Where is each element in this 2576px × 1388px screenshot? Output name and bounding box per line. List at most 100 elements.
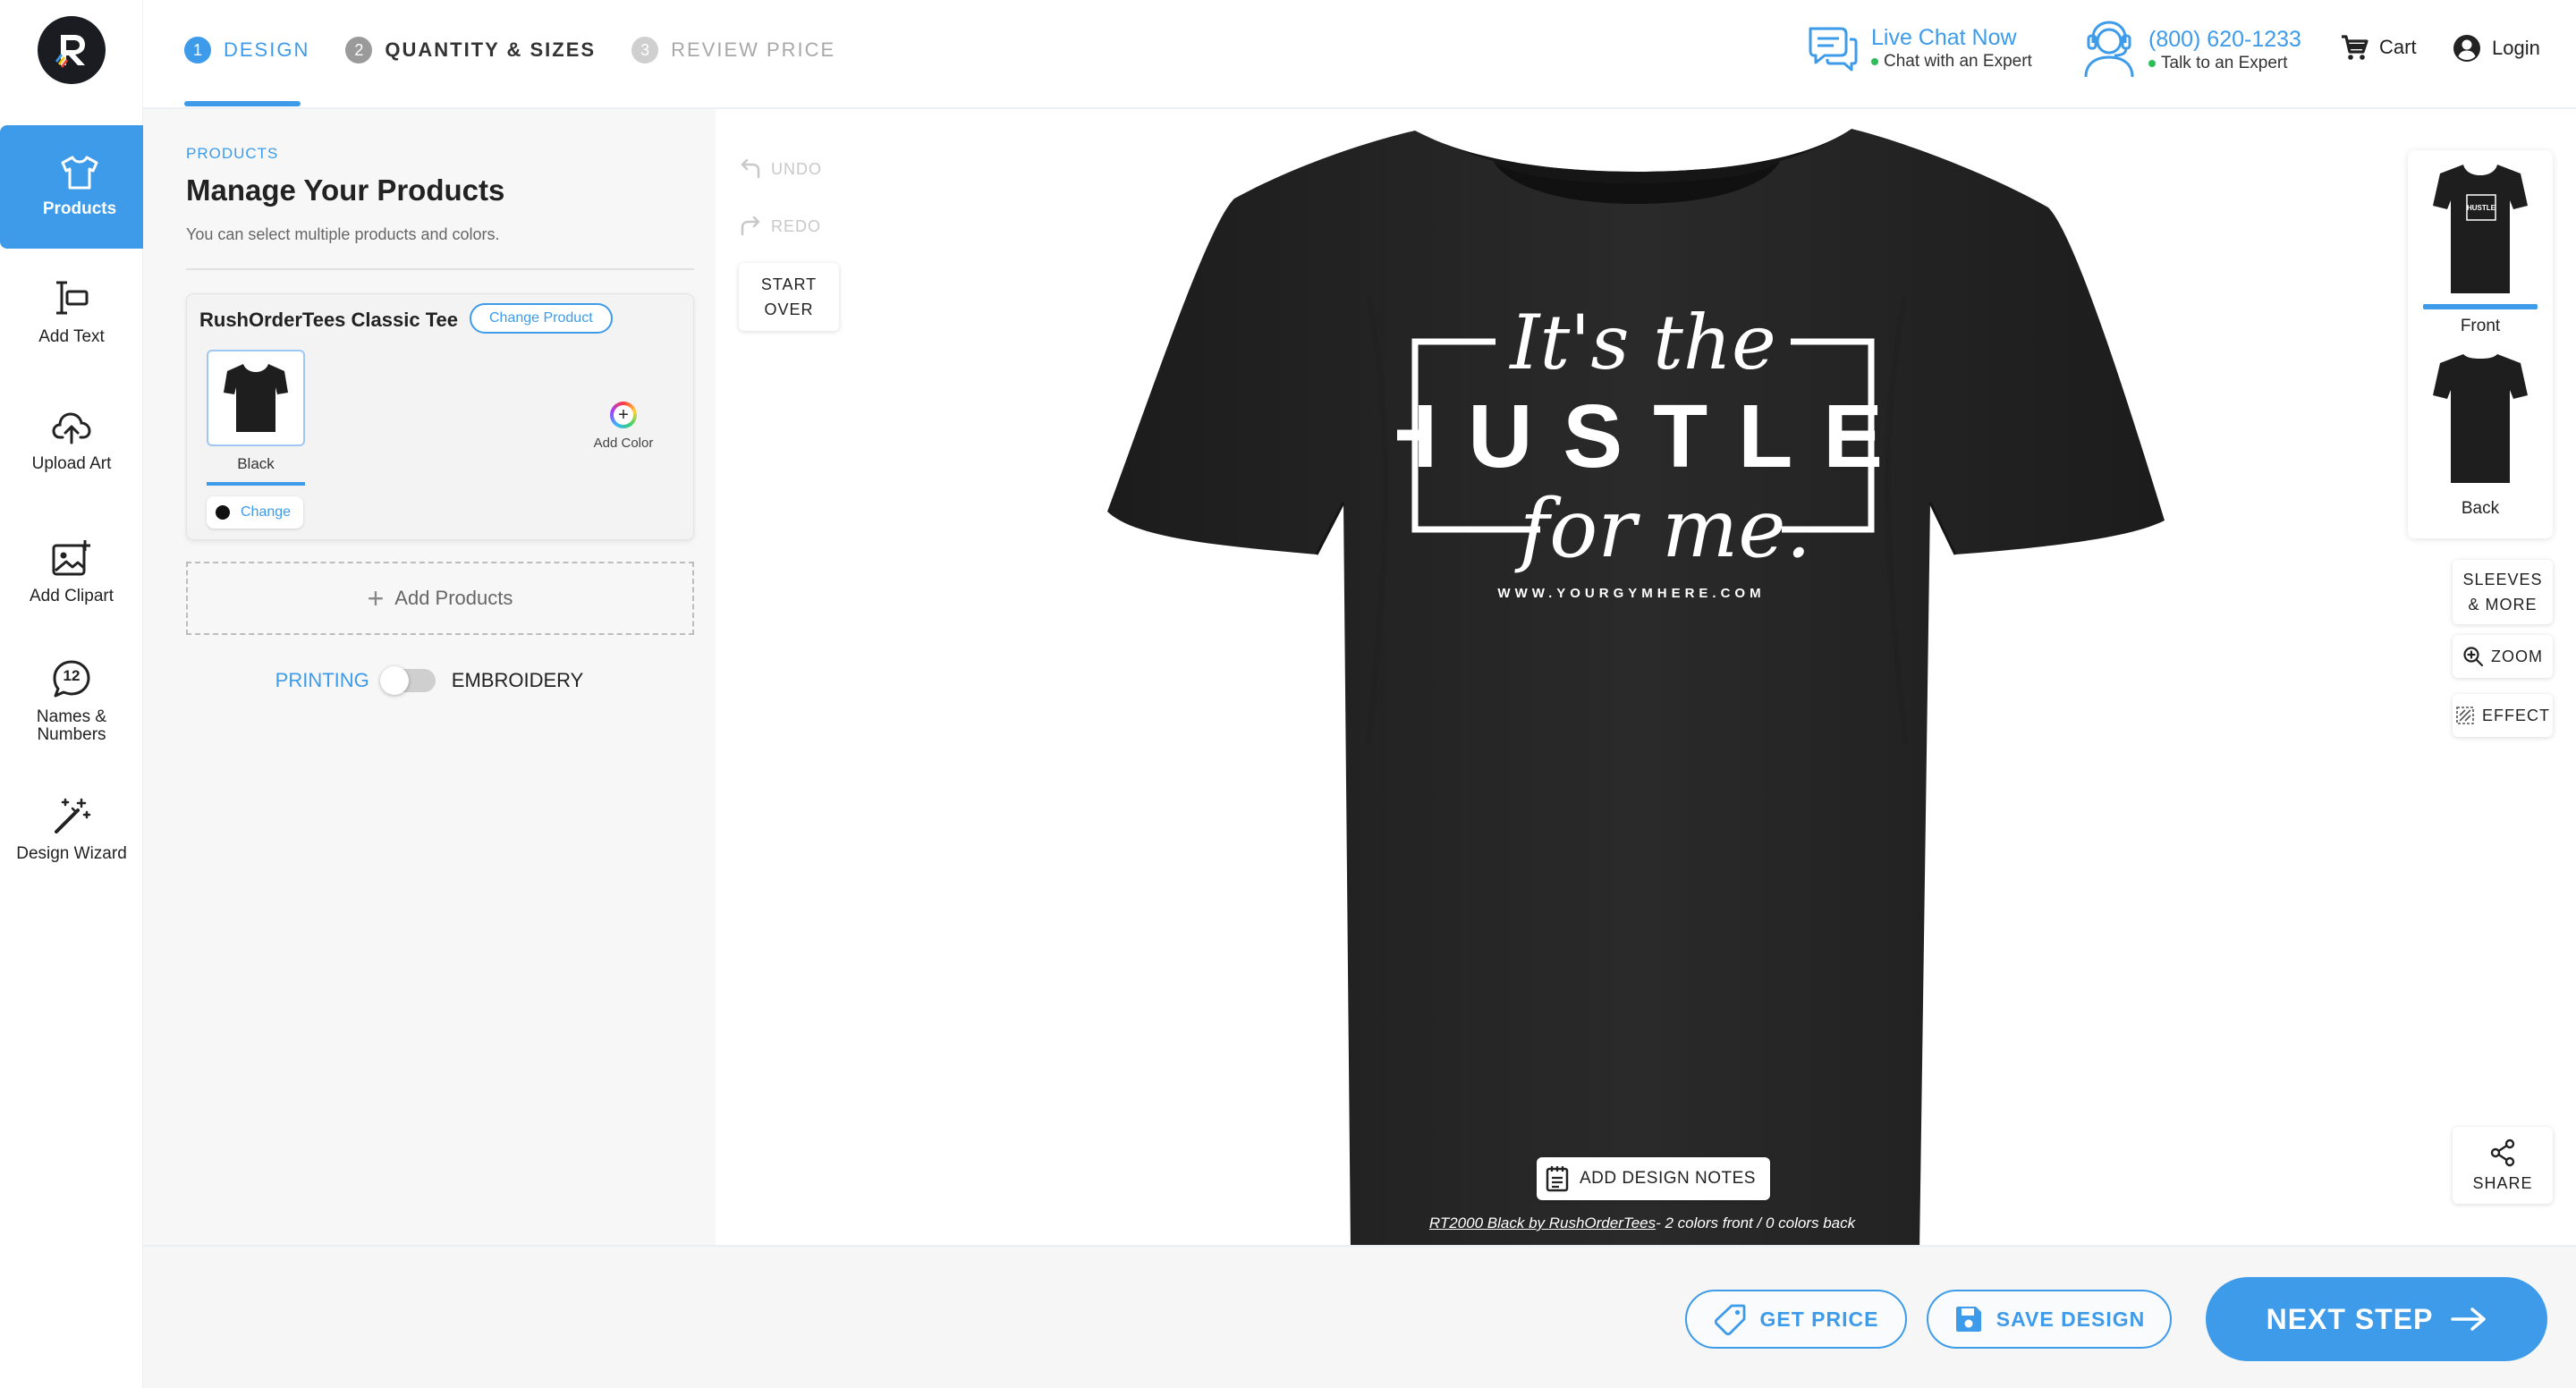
panel-kicker: PRODUCTS — [186, 145, 279, 162]
effect-button[interactable]: EFFECT — [2453, 694, 2553, 737]
add-color-button[interactable]: + Add Color — [588, 402, 659, 451]
tshirt-thumbnail — [224, 364, 288, 432]
save-disk-icon — [1955, 1307, 1981, 1332]
embroidery-option[interactable]: EMBROIDERY — [452, 669, 584, 692]
selected-view-indicator — [2423, 304, 2538, 309]
brand-logo[interactable] — [38, 16, 106, 84]
sidebar-item-products[interactable]: Products — [0, 125, 159, 249]
online-status-dot — [2148, 60, 2156, 67]
product-caption: RT2000 Black by RushOrderTees- 2 colors … — [1401, 1214, 1884, 1232]
change-color-button[interactable]: Change — [207, 496, 304, 529]
live-chat-link[interactable]: Live Chat Now Chat with an Expert — [1805, 20, 2032, 75]
left-sidebar: Products Add Text Upload Art Add Clipart… — [0, 0, 159, 1388]
step-label: REVIEW PRICE — [671, 38, 836, 61]
share-button[interactable]: SHARE — [2453, 1127, 2553, 1204]
cart-link[interactable]: Cart — [2340, 34, 2417, 61]
save-design-label: SAVE DESIGN — [1996, 1307, 2146, 1331]
step-label: QUANTITY & SIZES — [385, 38, 597, 61]
view-front[interactable]: HUSTLE Front — [2408, 159, 2553, 336]
cart-label: Cart — [2379, 36, 2417, 58]
next-step-button[interactable]: NEXT STEP — [2206, 1277, 2547, 1361]
sidebar-item-design-wizard[interactable]: Design Wizard — [0, 796, 143, 864]
step-number: 1 — [184, 37, 211, 63]
live-chat-subtitle: Chat with an Expert — [1884, 52, 2032, 71]
product-color-swatch[interactable] — [207, 350, 305, 446]
undo-button[interactable]: UNDO — [739, 159, 822, 179]
sidebar-item-label: Upload Art — [31, 454, 112, 473]
sleeves-more-button[interactable]: SLEEVES & MORE — [2453, 560, 2553, 624]
design-artwork[interactable]: It's the HUSTLE for me. WWW.YOURGYMHERE.… — [1397, 297, 1898, 655]
save-design-button[interactable]: SAVE DESIGN — [1927, 1290, 2172, 1349]
effect-icon — [2456, 707, 2474, 724]
start-over-line1: START — [760, 275, 818, 293]
arrow-right-icon — [2451, 1308, 2487, 1331]
product-caption-link[interactable]: RT2000 Black by RushOrderTees — [1429, 1214, 1656, 1231]
cloud-upload-icon — [51, 410, 92, 445]
view-selector: HUSTLE Front Back — [2408, 150, 2553, 538]
toggle-knob — [379, 666, 409, 695]
add-design-notes-button[interactable]: ADD DESIGN NOTES — [1537, 1157, 1770, 1200]
add-products-button[interactable]: + Add Products — [186, 562, 694, 635]
sleeves-line1: SLEEVES — [2462, 571, 2543, 588]
design-line2: HUSTLE — [1397, 386, 1898, 487]
price-tag-icon — [1714, 1304, 1745, 1336]
step-number: 2 — [345, 37, 373, 63]
sleeves-line2: & MORE — [2468, 596, 2538, 614]
change-product-button[interactable]: Change Product — [470, 303, 613, 334]
view-back[interactable]: Back — [2408, 349, 2553, 519]
step-number: 3 — [631, 37, 659, 63]
next-step-label: NEXT STEP — [2266, 1302, 2434, 1335]
plus-icon: + — [367, 581, 385, 614]
color-wheel-icon: + — [610, 402, 637, 428]
login-link[interactable]: Login — [2453, 34, 2540, 63]
image-add-icon — [51, 538, 92, 578]
redo-button[interactable]: REDO — [739, 216, 821, 236]
design-line3: for me. — [1514, 482, 1811, 576]
online-status-dot — [1871, 58, 1878, 65]
login-label: Login — [2492, 37, 2540, 59]
change-color-label: Change — [241, 504, 292, 520]
tshirt-mockup[interactable] — [1100, 118, 2191, 1254]
zoom-button[interactable]: ZOOM — [2453, 635, 2553, 678]
phone-subtitle: Talk to an Expert — [2161, 54, 2288, 72]
front-label: Front — [2460, 317, 2501, 335]
undo-icon — [741, 159, 760, 179]
phone-link[interactable]: (800) 620-1233 Talk to an Expert — [2080, 20, 2301, 79]
undo-label: UNDO — [771, 159, 822, 178]
user-avatar-icon — [2453, 35, 2480, 62]
method-toggle-switch[interactable] — [379, 666, 436, 695]
text-cursor-icon — [51, 277, 92, 318]
sidebar-item-upload-art[interactable]: Upload Art — [0, 410, 143, 474]
design-line1: It's the — [1508, 299, 1775, 386]
chat-bubble-icon — [1805, 20, 1860, 75]
product-caption-colors: - 2 colors front / 0 colors back — [1656, 1214, 1856, 1231]
printing-option[interactable]: PRINTING — [275, 669, 369, 692]
zoom-label: ZOOM — [2491, 647, 2543, 665]
sidebar-item-add-text[interactable]: Add Text — [0, 277, 143, 347]
sidebar-item-names-numbers[interactable]: 12 Names & Numbers — [0, 658, 143, 744]
sidebar-item-add-clipart[interactable]: Add Clipart — [0, 538, 143, 606]
active-step-indicator — [184, 101, 301, 106]
redo-label: REDO — [771, 216, 822, 235]
top-header: 1 DESIGN 2 QUANTITY & SIZES 3 REVIEW PRI… — [143, 0, 2576, 109]
effect-label: EFFECT — [2482, 706, 2550, 724]
number-badge-icon: 12 — [51, 658, 92, 699]
sidebar-item-label: Add Clipart — [30, 587, 114, 605]
add-design-notes-label: ADD DESIGN NOTES — [1580, 1169, 1756, 1188]
magic-wand-icon — [51, 796, 92, 835]
back-label: Back — [2461, 499, 2500, 518]
sidebar-item-label: Names & Numbers — [36, 707, 107, 744]
step-review-price[interactable]: 3 REVIEW PRICE — [631, 34, 835, 66]
design-canvas: It's the HUSTLE for me. WWW.YOURGYMHERE.… — [716, 109, 2576, 1252]
get-price-button[interactable]: GET PRICE — [1685, 1290, 1907, 1349]
step-design[interactable]: 1 DESIGN — [184, 34, 309, 66]
step-quantity-sizes[interactable]: 2 QUANTITY & SIZES — [345, 34, 596, 66]
phone-number: (800) 620-1233 — [2148, 27, 2301, 52]
panel-description: You can select multiple products and col… — [186, 225, 500, 243]
sidebar-item-label: Add Text — [38, 327, 105, 346]
redo-icon — [741, 216, 760, 236]
panel-title: Manage Your Products — [186, 174, 505, 207]
start-over-button[interactable]: START OVER — [739, 263, 839, 331]
product-name: RushOrderTees Classic Tee — [199, 309, 458, 331]
svg-text:HUSTLE: HUSTLE — [2467, 204, 2496, 212]
